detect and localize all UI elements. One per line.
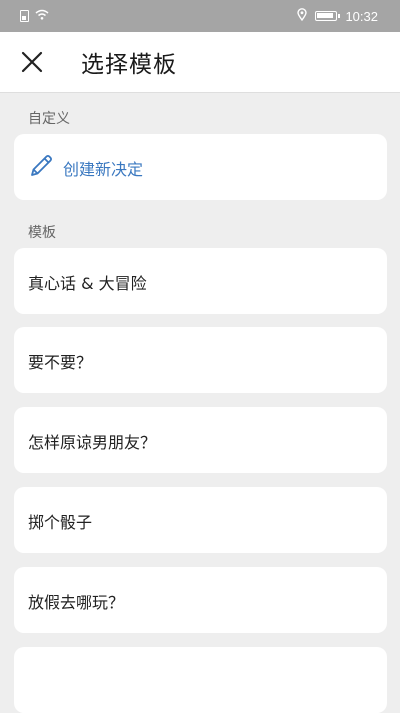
- template-item[interactable]: 放假去哪玩？: [14, 567, 387, 633]
- template-item[interactable]: 怎样原谅男朋友？: [14, 407, 387, 473]
- template-item-label: 怎样原谅男朋友？: [28, 433, 157, 452]
- create-new-decision-label: 创建新决定: [63, 160, 144, 179]
- template-item-label: 放假去哪玩？: [28, 593, 125, 612]
- pencil-icon: [28, 153, 54, 183]
- template-item[interactable]: [14, 647, 387, 713]
- app-bar: 选择模板: [0, 32, 400, 93]
- wifi-icon: [35, 9, 49, 23]
- template-item[interactable]: 真心话 & 大冒险: [14, 248, 387, 314]
- template-item-label: 真心话 & 大冒险: [28, 274, 147, 293]
- close-button[interactable]: [16, 46, 48, 78]
- battery-icon: [315, 11, 341, 21]
- template-item-label: 掷个骰子: [28, 513, 93, 532]
- create-new-decision-button[interactable]: 创建新决定: [14, 134, 387, 200]
- status-bar: 10:32: [0, 0, 400, 32]
- template-item[interactable]: 掷个骰子: [14, 487, 387, 553]
- close-icon: [21, 51, 43, 73]
- page-title: 选择模板: [81, 52, 177, 78]
- sim-icon: [20, 10, 29, 22]
- section-label-custom: 自定义: [28, 111, 70, 127]
- status-time: 10:32: [345, 8, 378, 24]
- section-label-templates: 模板: [28, 225, 56, 241]
- template-item[interactable]: 要不要？: [14, 327, 387, 393]
- template-item-label: 要不要？: [28, 353, 93, 372]
- location-icon: [297, 8, 308, 24]
